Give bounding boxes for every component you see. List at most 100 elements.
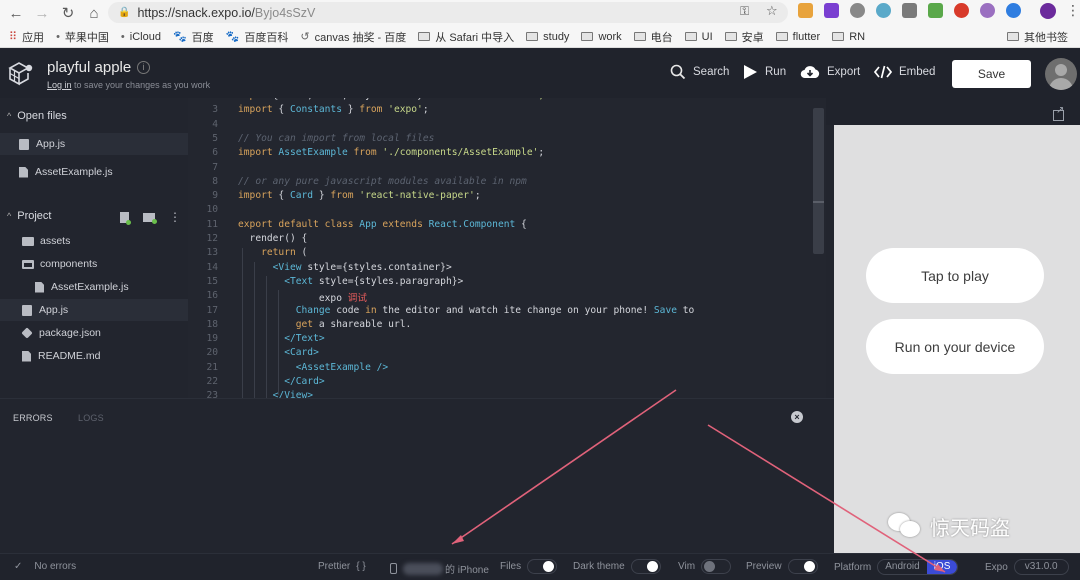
code-line[interactable]: 14 <View style={styles.container}>: [188, 262, 826, 276]
open-files-header[interactable]: ^ Open files: [7, 110, 67, 122]
project-tree-item[interactable]: package.json: [0, 322, 188, 344]
code-line[interactable]: 15 <Text style={styles.paragraph}>: [188, 276, 826, 290]
home-button[interactable]: ⌂: [81, 2, 107, 24]
other-bookmarks[interactable]: 其他书签: [1007, 29, 1068, 45]
browser-extension-icon[interactable]: [1006, 3, 1021, 18]
user-avatar[interactable]: [1045, 58, 1077, 90]
vim-toggle[interactable]: [701, 559, 732, 574]
files-toggle[interactable]: [527, 559, 558, 574]
code-line[interactable]: 17 Change code in the editor and watch i…: [188, 305, 826, 319]
bookmark-item[interactable]: 从 Safari 中导入: [418, 29, 514, 45]
code-line[interactable]: 19 </Text>: [188, 333, 826, 347]
login-link[interactable]: Log in: [47, 80, 72, 90]
code-token: AssetExample: [272, 147, 354, 159]
folder-icon: [832, 32, 845, 41]
browser-menu-icon[interactable]: ⋮: [1066, 2, 1080, 19]
browser-extension-icon[interactable]: [798, 3, 813, 18]
code-editor[interactable]: 2import{ Text, View, StyleSheet } from '…: [188, 98, 826, 398]
browser-extension-icon[interactable]: [876, 3, 891, 18]
code-line[interactable]: 10: [188, 204, 826, 218]
open-file-item[interactable]: App.js: [0, 133, 188, 155]
run-button[interactable]: Run: [742, 64, 786, 80]
code-line[interactable]: 22 </Card>: [188, 376, 826, 390]
bookmark-item[interactable]: • iCloud: [121, 31, 161, 43]
tap-to-play-button[interactable]: Tap to play: [866, 248, 1044, 303]
bookmark-item[interactable]: RN: [832, 31, 865, 43]
code-line[interactable]: 4: [188, 119, 826, 133]
platform-option-ios[interactable]: iOS: [926, 560, 958, 574]
dark-theme-toggle[interactable]: [630, 559, 661, 574]
bookmark-item[interactable]: 🐾 百度百科: [226, 29, 289, 45]
bookmark-item[interactable]: 安卓: [724, 29, 764, 45]
export-button[interactable]: Export: [800, 64, 860, 80]
bookmark-item[interactable]: study: [526, 31, 569, 43]
bookmark-item[interactable]: • 苹果中国: [56, 29, 109, 45]
code-line[interactable]: 18 get a shareable url.: [188, 319, 826, 333]
project-title[interactable]: playful apple: [47, 59, 131, 76]
browser-extension-icon[interactable]: [824, 3, 839, 18]
editor-scrollbar[interactable]: [813, 108, 824, 254]
code-line[interactable]: 5 // You can import from local files: [188, 133, 826, 147]
line-number: 3: [212, 104, 218, 116]
code-line[interactable]: 20 <Card>: [188, 347, 826, 361]
popout-icon[interactable]: [1053, 105, 1064, 121]
bookmark-item[interactable]: work: [581, 31, 622, 43]
bookmark-star-icon[interactable]: ☆: [766, 3, 778, 19]
browser-extension-icon[interactable]: [980, 3, 995, 18]
browser-extension-icon[interactable]: [850, 3, 865, 18]
browser-extension-icon[interactable]: [902, 3, 917, 18]
project-tree-item[interactable]: AssetExample.js: [0, 276, 188, 298]
save-button[interactable]: Save: [952, 60, 1031, 88]
project-header[interactable]: ^ Project: [7, 210, 51, 222]
bookmark-item[interactable]: 电台: [633, 29, 673, 45]
expo-version-dropdown[interactable]: v31.0.0: [1013, 559, 1069, 575]
bookmark-item[interactable]: ↺ canvas 抽奖 - 百度: [300, 29, 406, 45]
prettier-button[interactable]: Prettier { }: [318, 561, 366, 572]
code-line[interactable]: 9 import { Card } from 'react-native-pape…: [188, 190, 826, 204]
tab-logs[interactable]: LOGS: [78, 413, 104, 423]
embed-button[interactable]: Embed: [874, 64, 935, 80]
bookmark-item[interactable]: 🐾 百度: [173, 29, 214, 45]
code-line[interactable]: 11 export default class App extends React…: [188, 219, 826, 233]
bookmark-item[interactable]: UI: [684, 31, 713, 43]
browser-extension-icon[interactable]: [954, 3, 969, 18]
code-line[interactable]: 13 return (: [188, 247, 826, 261]
back-button[interactable]: ←: [3, 2, 29, 24]
line-number: 4: [212, 118, 218, 130]
reload-button[interactable]: ↻: [55, 2, 81, 24]
platform-option-android[interactable]: Android: [878, 560, 926, 574]
run-on-device-button[interactable]: Run on your device: [866, 319, 1044, 374]
open-file-item[interactable]: AssetExample.js: [0, 161, 188, 183]
code-line[interactable]: 16 expo 调试: [188, 290, 826, 304]
search-button[interactable]: Search: [670, 64, 729, 80]
key-icon[interactable]: ⚿: [740, 4, 749, 19]
lock-icon: 🔒: [118, 7, 131, 18]
more-options-icon[interactable]: ⋮: [169, 210, 181, 224]
close-panel-icon[interactable]: ×: [791, 411, 803, 423]
address-bar[interactable]: 🔒 https://snack.expo.io/Byjo4sSzV: [108, 2, 788, 23]
code-line[interactable]: 8 // or any pure javascript modules avail…: [188, 176, 826, 190]
profile-avatar[interactable]: [1040, 3, 1056, 19]
info-icon[interactable]: i: [137, 61, 150, 74]
new-folder-icon[interactable]: [143, 212, 157, 224]
tab-errors[interactable]: ERRORS: [13, 413, 53, 423]
project-tree-item[interactable]: components: [0, 253, 188, 275]
bookmark-item[interactable]: flutter: [775, 31, 820, 43]
new-file-icon[interactable]: [120, 211, 131, 225]
project-tree-item[interactable]: README.md: [0, 345, 188, 367]
bookmark-item[interactable]: ⠿ 应用: [9, 29, 44, 45]
device-selector[interactable]: 的 iPhone: [390, 561, 489, 576]
code-line[interactable]: 12 render() {: [188, 233, 826, 247]
line-number: 14: [206, 261, 218, 273]
browser-extension-icon[interactable]: [928, 3, 943, 18]
code-line[interactable]: 6 import AssetExample from './components/…: [188, 147, 826, 161]
apple-icon: •: [56, 30, 60, 43]
project-tree-item[interactable]: assets: [0, 230, 188, 252]
code-line[interactable]: 7: [188, 162, 826, 176]
preview-toggle[interactable]: [787, 559, 818, 574]
project-tree-item[interactable]: App.js: [0, 299, 188, 321]
forward-button[interactable]: →: [29, 2, 55, 24]
code-line[interactable]: 23 </View>: [188, 390, 826, 398]
code-line[interactable]: 3 import { Constants } from 'expo';: [188, 104, 826, 118]
code-line[interactable]: 21 <AssetExample />: [188, 362, 826, 376]
